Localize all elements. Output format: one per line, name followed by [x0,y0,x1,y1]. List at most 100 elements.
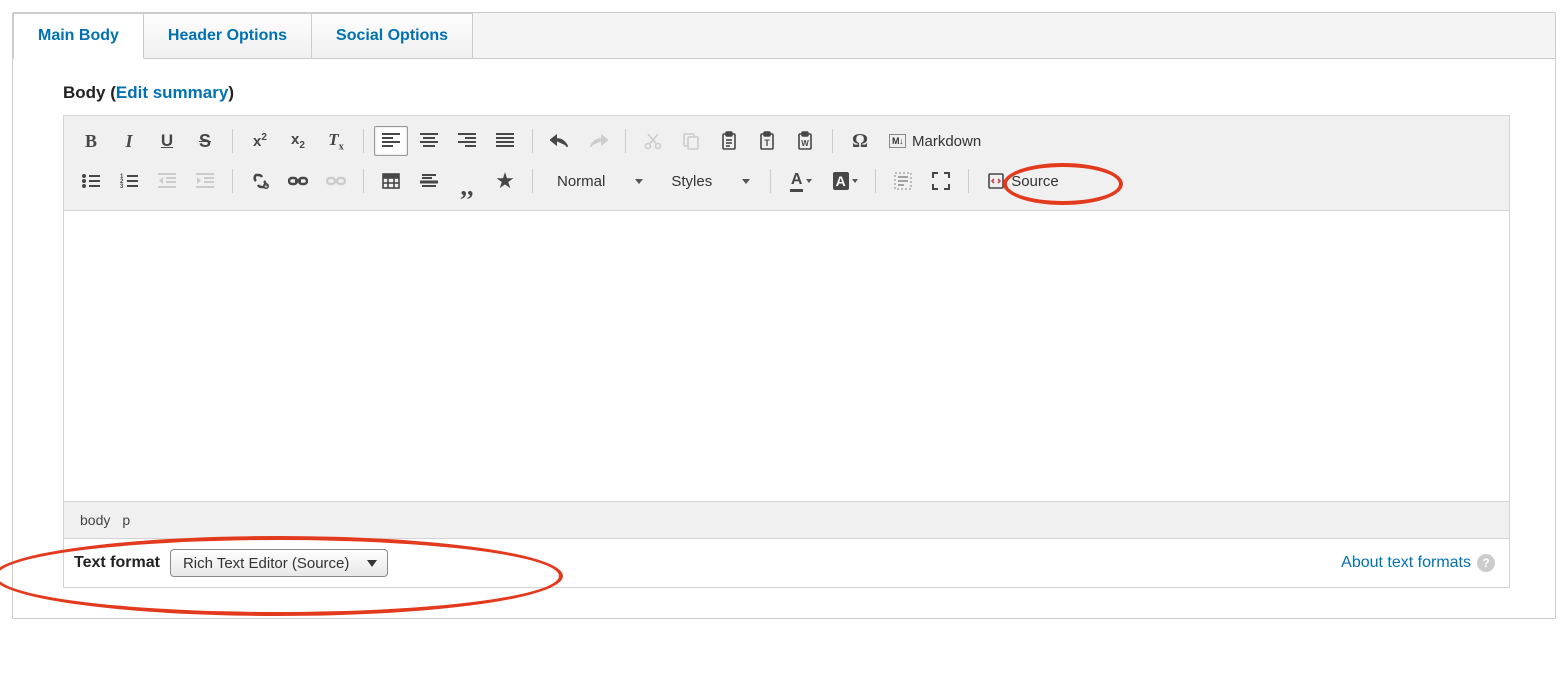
styles-dropdown-label: Styles [671,173,712,190]
blockquote-icon: ,, [461,182,474,192]
superscript-icon: x2 [253,132,267,150]
svg-text:+: + [264,185,268,190]
source-button[interactable]: Source [979,166,1067,196]
show-blocks-button[interactable] [886,166,920,196]
table-button[interactable] [374,166,408,196]
horizontal-rule-icon [420,173,438,189]
maximize-button[interactable] [924,166,958,196]
remove-format-icon: Tx [328,130,343,152]
star-icon: ★ [495,168,515,194]
bold-icon: B [85,131,97,152]
maximize-icon [932,172,950,190]
copy-button[interactable] [674,126,708,156]
scissors-icon [644,132,662,150]
cut-button[interactable] [636,126,670,156]
format-dropdown[interactable]: Normal [543,166,653,196]
horizontal-rule-button[interactable] [412,166,446,196]
special-char-button[interactable]: Ω [843,126,877,156]
toolbar-separator [832,129,833,153]
edit-summary-link[interactable]: Edit summary [116,83,228,102]
tab-label: Main Body [38,27,119,44]
markdown-button[interactable]: M↓ Markdown [881,126,989,156]
svg-text:T: T [764,138,770,148]
anchor-button[interactable] [281,166,315,196]
align-center-button[interactable] [412,126,446,156]
superscript-button[interactable]: x2 [243,126,277,156]
show-blocks-icon [894,172,912,190]
undo-icon [550,134,570,148]
help-icon: ? [1477,554,1495,572]
outdent-button[interactable] [150,166,184,196]
editor-panel-container: Main Body Header Options Social Options … [12,12,1556,619]
indent-icon [196,173,214,189]
link-icon: + [250,173,270,189]
toolbar-separator [363,129,364,153]
undo-button[interactable] [543,126,577,156]
text-color-button[interactable]: A [781,166,821,196]
paste-word-button[interactable]: W [788,126,822,156]
svg-text:W: W [801,139,809,148]
numbered-list-button[interactable]: 123 [112,166,146,196]
about-text-formats-link[interactable]: About text formats ? [1341,554,1495,572]
table-icon [382,173,400,189]
path-element-body[interactable]: body [80,512,110,528]
markdown-label: Markdown [912,133,981,150]
tab-label: Header Options [168,27,287,44]
chain-link-icon [288,175,308,187]
about-link-text: About text formats [1341,554,1471,572]
align-justify-button[interactable] [488,126,522,156]
remove-format-button[interactable]: Tx [319,126,353,156]
align-left-button[interactable] [374,126,408,156]
svg-text:3: 3 [120,184,124,189]
omega-icon: Ω [852,130,868,153]
tab-social-options[interactable]: Social Options [311,13,473,58]
toolbar-separator [232,169,233,193]
bold-button[interactable]: B [74,126,108,156]
toolbar-separator [532,169,533,193]
numbered-list-icon: 123 [120,173,138,189]
redo-icon [588,134,608,148]
paste-icon [720,131,738,151]
paste-text-button[interactable]: T [750,126,784,156]
text-format-left: Text format Rich Text Editor (Source) [74,549,388,577]
star-button[interactable]: ★ [488,166,522,196]
strike-button[interactable]: S [188,126,222,156]
align-center-icon [420,133,438,149]
blockquote-button[interactable]: ,, [450,166,484,196]
text-format-selected: Rich Text Editor (Source) [183,555,349,572]
toolbar-separator [232,129,233,153]
bulleted-list-button[interactable] [74,166,108,196]
styles-dropdown[interactable]: Styles [657,166,760,196]
background-color-icon: A [833,172,849,190]
source-label: Source [1011,173,1059,190]
toolbar-separator [770,169,771,193]
italic-icon: I [125,131,132,152]
label-prefix: Body ( [63,83,116,102]
ckeditor-toolbar: B I U S x2 x2 Tx [64,116,1509,211]
tab-main-body[interactable]: Main Body [13,13,144,59]
redo-button[interactable] [581,126,615,156]
align-right-icon [458,133,476,149]
tab-header-options[interactable]: Header Options [143,13,312,58]
paste-word-icon: W [796,131,814,151]
indent-button[interactable] [188,166,222,196]
unlink-button[interactable] [319,166,353,196]
italic-button[interactable]: I [112,126,146,156]
label-suffix: ) [228,83,234,102]
chevron-down-icon [806,179,812,183]
background-color-button[interactable]: A [825,166,865,196]
source-icon [987,172,1005,190]
path-element-p[interactable]: p [122,512,130,528]
text-format-select[interactable]: Rich Text Editor (Source) [170,549,388,577]
paste-button[interactable] [712,126,746,156]
unlink-icon [326,174,346,188]
strike-icon: S [199,131,211,152]
link-button[interactable]: + [243,166,277,196]
toolbar-separator [625,129,626,153]
ckeditor-wrapper: B I U S x2 x2 Tx [63,115,1510,539]
chevron-down-icon [742,179,750,184]
align-right-button[interactable] [450,126,484,156]
subscript-button[interactable]: x2 [281,126,315,156]
underline-button[interactable]: U [150,126,184,156]
editor-content-area[interactable] [64,211,1509,501]
